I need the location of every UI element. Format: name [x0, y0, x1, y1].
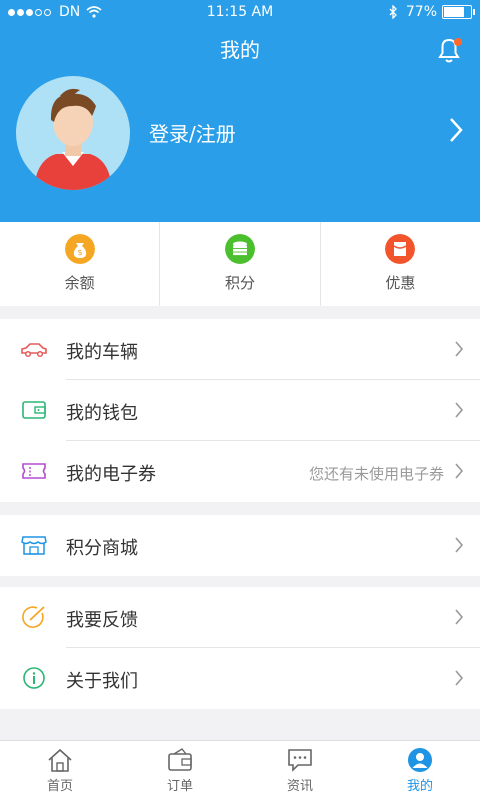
bluetooth-icon [389, 5, 397, 19]
avatar[interactable] [16, 76, 130, 190]
svg-text:$: $ [77, 248, 82, 257]
menu-group-mall: 积分商城 [0, 515, 480, 576]
battery-icon [442, 5, 475, 19]
store-icon [21, 536, 47, 555]
menu-item-points-mall[interactable]: 积分商城 [0, 515, 480, 576]
chevron-right-icon [455, 463, 464, 479]
chevron-right-icon[interactable] [448, 116, 464, 144]
page-title: 我的 [220, 38, 260, 62]
menu-item-my-wallet[interactable]: 我的钱包 [0, 380, 480, 441]
bottom-tab-bar: 首页 订单 资讯 我的 [0, 740, 480, 801]
stat-discount[interactable]: 优惠 [321, 222, 480, 306]
wallet-icon [22, 401, 46, 419]
menu-label: 我的车辆 [66, 342, 138, 363]
info-icon [23, 667, 45, 689]
status-bar: DN 11:15 AM 77% [0, 0, 480, 26]
chevron-right-icon [455, 402, 464, 418]
chevron-right-icon [455, 341, 464, 357]
menu-item-about-us[interactable]: 关于我们 [0, 648, 480, 709]
menu-group-account: 我的车辆 我的钱包 我的电子券 您还有未使用电子券 [0, 319, 480, 502]
coupon-icon [385, 234, 416, 264]
ticket-icon [22, 463, 46, 479]
menu-label: 我的电子券 [66, 464, 156, 485]
chevron-right-icon [455, 609, 464, 625]
chevron-right-icon [455, 537, 464, 553]
stat-points[interactable]: 积分 [160, 222, 321, 306]
unused-ecoupon-hint: 您还有未使用电子券 [308, 465, 444, 483]
order-icon [168, 748, 192, 771]
login-register-label[interactable]: 登录/注册 [149, 118, 236, 147]
home-icon [48, 748, 72, 772]
chevron-right-icon [455, 670, 464, 686]
stat-label: 积分 [224, 274, 255, 292]
menu-group-support: 我要反馈 关于我们 [0, 587, 480, 709]
tab-label: 订单 [166, 779, 193, 794]
menu-label: 积分商城 [66, 538, 138, 559]
tab-orders[interactable]: 订单 [120, 741, 240, 801]
tab-mine[interactable]: 我的 [360, 741, 480, 801]
tab-news[interactable]: 资讯 [240, 741, 360, 801]
tab-label: 我的 [406, 779, 433, 794]
tab-label: 首页 [46, 779, 73, 794]
coins-icon [224, 234, 255, 264]
menu-item-my-ecoupons[interactable]: 我的电子券 您还有未使用电子券 [0, 441, 480, 502]
tab-home[interactable]: 首页 [0, 741, 120, 801]
car-icon [21, 343, 47, 358]
menu-item-my-vehicles[interactable]: 我的车辆 [0, 319, 480, 380]
account-stats: $ 余额 积分 优惠 [0, 222, 480, 306]
stat-label: 优惠 [385, 274, 416, 292]
stat-balance[interactable]: $ 余额 [0, 222, 161, 306]
user-icon [408, 748, 432, 772]
avatar-person-icon [34, 88, 112, 190]
menu-label: 我的钱包 [66, 403, 138, 424]
stat-label: 余额 [64, 274, 95, 292]
news-icon [288, 749, 312, 772]
profile-section[interactable]: 登录/注册 [0, 76, 480, 196]
money-bag-icon: $ [64, 234, 95, 264]
tab-label: 资讯 [286, 779, 313, 794]
menu-item-feedback[interactable]: 我要反馈 [0, 587, 480, 648]
feedback-icon [22, 606, 45, 628]
notification-dot [454, 38, 462, 46]
menu-label: 关于我们 [66, 671, 138, 692]
battery-percent: 77% [405, 4, 437, 20]
menu-label: 我要反馈 [66, 610, 138, 631]
header: DN 11:15 AM 77% 我的 登录/注册 [0, 0, 480, 222]
